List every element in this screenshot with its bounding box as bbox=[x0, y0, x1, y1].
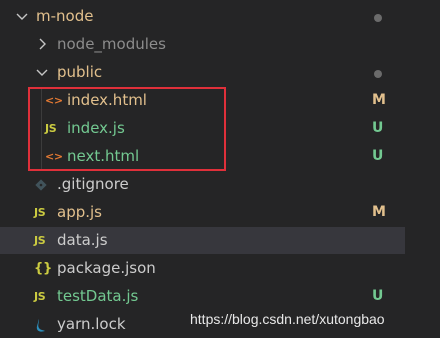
file-label: yarn.lock bbox=[57, 315, 126, 333]
folder-node-modules[interactable]: node_modules bbox=[0, 31, 405, 58]
chevron-down-icon bbox=[14, 8, 30, 24]
html-icon: <> bbox=[45, 94, 63, 107]
git-status-badge: U bbox=[372, 148, 384, 164]
file-explorer: m-node node_modules public <> index.html… bbox=[0, 0, 440, 338]
folder-label: public bbox=[57, 63, 103, 81]
file-label: .gitignore bbox=[57, 175, 129, 193]
git-status-badge: U bbox=[372, 120, 384, 136]
js-icon: JS bbox=[34, 206, 46, 219]
json-icon: {} bbox=[34, 261, 52, 276]
git-status-badge: M bbox=[372, 92, 386, 108]
git-icon bbox=[34, 171, 48, 198]
chevron-right-icon bbox=[34, 36, 50, 52]
modified-dot-indicator bbox=[374, 70, 382, 78]
folder-m-node[interactable]: m-node bbox=[0, 3, 405, 30]
file-label: testData.js bbox=[57, 287, 139, 305]
watermark-text: https://blog.csdn.net/xutongbao bbox=[190, 311, 385, 327]
html-icon: <> bbox=[45, 150, 63, 163]
file-testdata-js[interactable]: JS testData.js U bbox=[0, 283, 405, 310]
file-label: index.js bbox=[67, 119, 125, 137]
file-label: app.js bbox=[57, 203, 102, 221]
folder-public[interactable]: public bbox=[0, 59, 405, 86]
file-index-html[interactable]: <> index.html M bbox=[0, 87, 405, 114]
scrollbar-gutter[interactable] bbox=[405, 0, 440, 338]
js-icon: JS bbox=[34, 234, 46, 247]
file-data-js[interactable]: JS data.js bbox=[0, 227, 405, 254]
js-icon: JS bbox=[45, 122, 57, 135]
folder-label: m-node bbox=[36, 7, 94, 25]
git-status-badge: U bbox=[372, 288, 384, 304]
folder-label: node_modules bbox=[57, 35, 166, 53]
file-label: data.js bbox=[57, 231, 108, 249]
file-index-js[interactable]: JS index.js U bbox=[0, 115, 405, 142]
file-app-js[interactable]: JS app.js M bbox=[0, 199, 405, 226]
file-gitignore[interactable]: .gitignore bbox=[0, 171, 405, 198]
file-next-html[interactable]: <> next.html U bbox=[0, 143, 405, 170]
file-label: package.json bbox=[57, 259, 156, 277]
modified-dot-indicator bbox=[374, 14, 382, 22]
git-status-badge: M bbox=[372, 204, 386, 220]
file-label: next.html bbox=[67, 147, 140, 165]
file-label: index.html bbox=[67, 91, 147, 109]
js-icon: JS bbox=[34, 290, 46, 303]
yarn-icon bbox=[34, 311, 48, 338]
file-package-json[interactable]: {} package.json bbox=[0, 255, 405, 282]
chevron-down-icon bbox=[34, 64, 50, 80]
